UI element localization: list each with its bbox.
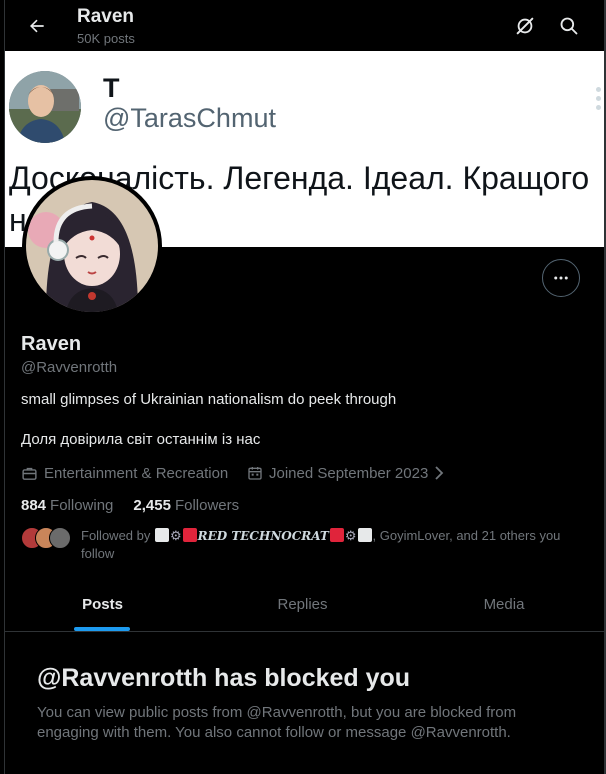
active-tab-indicator bbox=[74, 627, 130, 631]
followers-link[interactable]: 2,455 Followers bbox=[133, 497, 239, 514]
white-square-emoji bbox=[357, 528, 372, 542]
profile-avatar[interactable] bbox=[22, 176, 162, 316]
follower-avatar bbox=[49, 527, 71, 549]
more-vertical-icon bbox=[596, 87, 602, 114]
profile-name: Raven bbox=[21, 333, 82, 355]
profile-bio-line1: small glimpses of Ukrainian nationalism … bbox=[21, 391, 397, 408]
blocked-title: @Ravvenrotth has blocked you bbox=[37, 664, 411, 692]
profile-handle: @Ravvenrotth bbox=[21, 359, 118, 376]
grok-button[interactable] bbox=[507, 8, 543, 44]
profile-tabs: Posts Replies Media bbox=[5, 578, 604, 632]
avatar-image bbox=[26, 180, 158, 312]
gear-icon: ⚙ bbox=[170, 528, 182, 543]
top-bar: Raven 50K posts bbox=[5, 0, 604, 51]
white-square-emoji bbox=[155, 528, 169, 542]
profile-bio-line2: Доля довірила світ останнім із нас bbox=[21, 431, 261, 448]
search-icon bbox=[560, 17, 578, 35]
profile-category: Entertainment & Recreation bbox=[21, 463, 228, 483]
circle-slash-icon bbox=[516, 17, 534, 35]
red-square-emoji bbox=[182, 528, 197, 542]
banner-handle: @TarasChmut bbox=[103, 103, 276, 133]
joined-date[interactable]: Joined September 2023 bbox=[247, 463, 451, 483]
tab-replies[interactable]: Replies bbox=[205, 578, 400, 631]
follow-stats: 884 Following 2,455 Followers bbox=[21, 497, 239, 514]
blocked-message: You can view public posts from @Ravvenro… bbox=[37, 704, 517, 741]
search-button[interactable] bbox=[551, 8, 587, 44]
tab-media[interactable]: Media bbox=[405, 578, 603, 631]
following-link[interactable]: 884 Following bbox=[21, 497, 113, 514]
red-square-emoji bbox=[329, 528, 344, 542]
posts-count: 50K posts bbox=[77, 31, 135, 46]
category-label: Entertainment & Recreation bbox=[44, 464, 229, 482]
calendar-icon bbox=[248, 467, 262, 480]
more-horizontal-icon bbox=[554, 276, 568, 280]
briefcase-icon bbox=[22, 467, 37, 480]
gear-icon: ⚙ bbox=[344, 528, 357, 543]
joined-label: Joined September 2023 bbox=[269, 464, 429, 482]
page-title: Raven bbox=[77, 6, 135, 27]
back-button[interactable] bbox=[19, 8, 55, 44]
banner-name: T bbox=[103, 73, 120, 103]
followed-by-text: Followed by ⚙ RED TECHNOCRAT ⚙, GoyimLover… bbox=[81, 528, 561, 561]
arrow-left-icon bbox=[30, 19, 44, 33]
chevron-right-icon bbox=[435, 466, 444, 480]
tab-posts[interactable]: Posts bbox=[5, 578, 200, 631]
more-options-button[interactable] bbox=[542, 259, 580, 297]
banner-avatar bbox=[9, 71, 81, 143]
